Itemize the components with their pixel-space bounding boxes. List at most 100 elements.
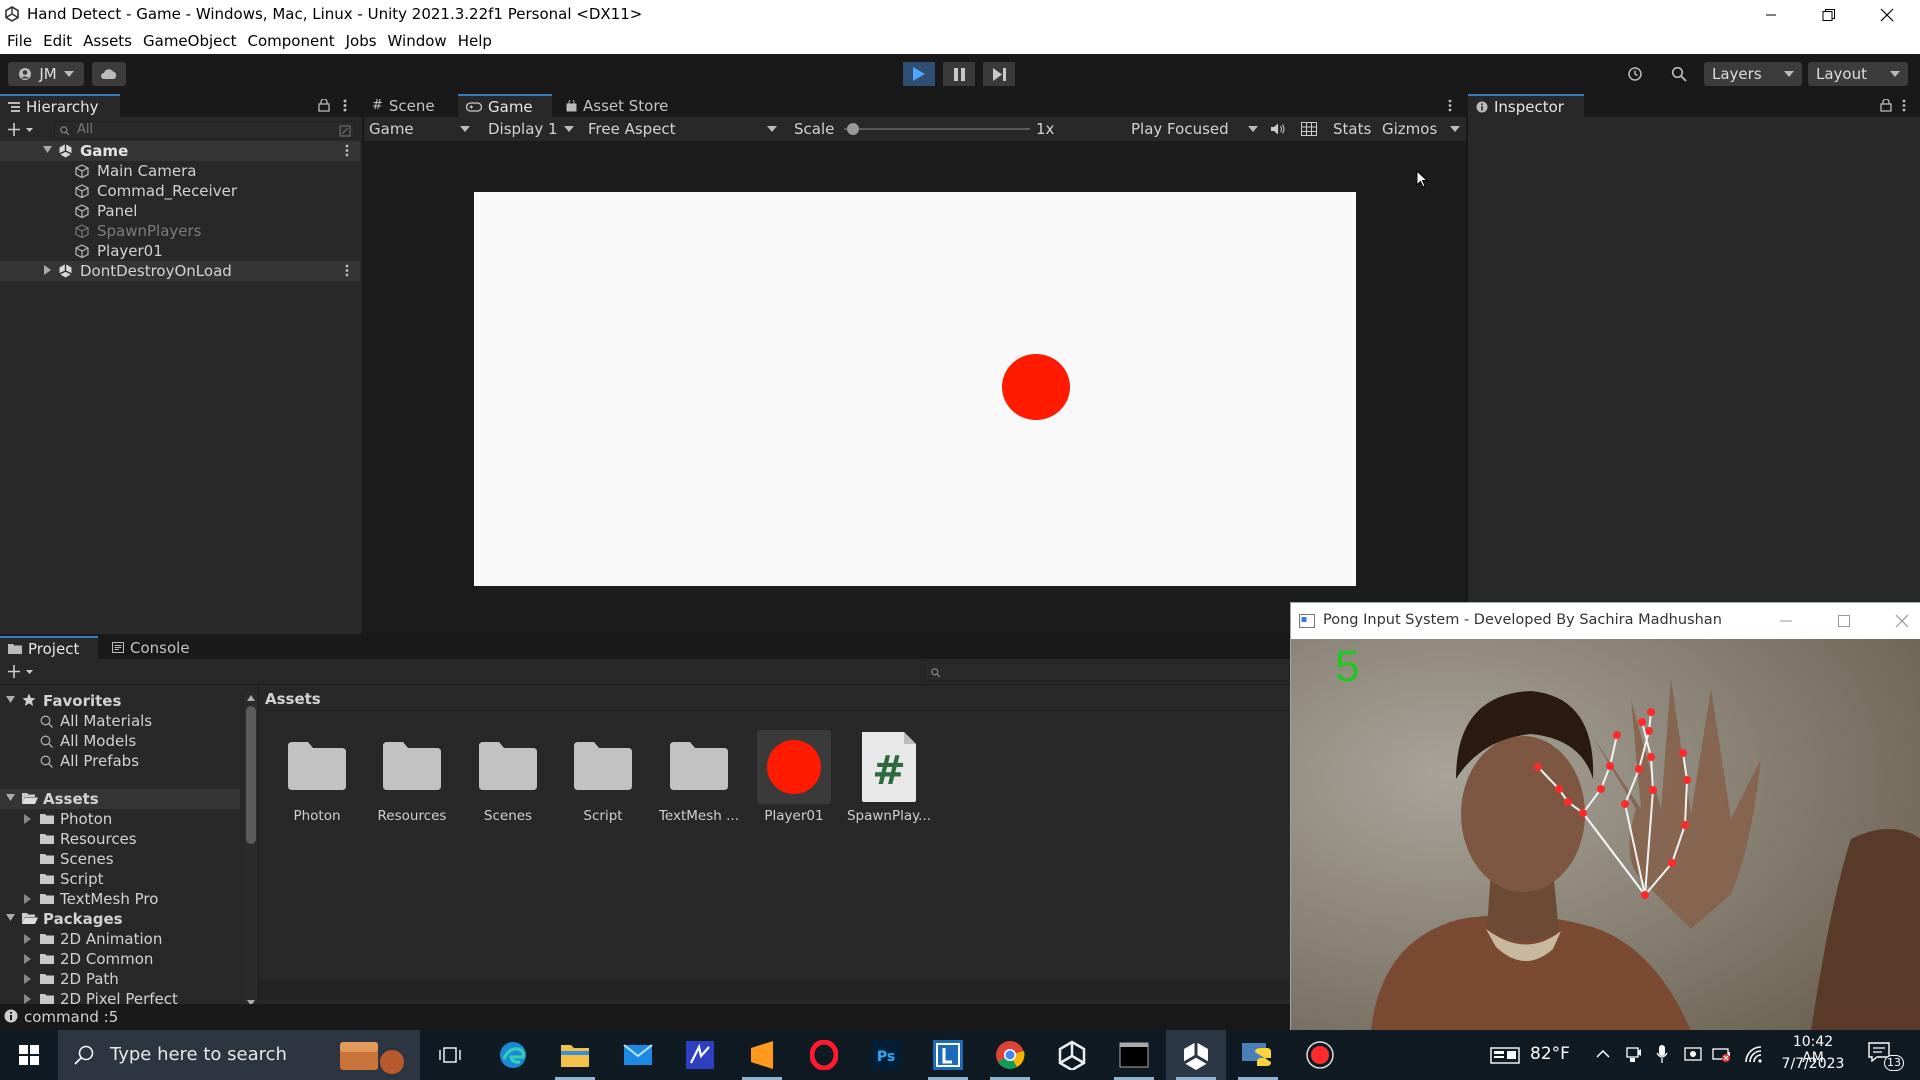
asset-spawnplayers-script[interactable]: # SpawnPlay...: [844, 730, 934, 824]
menu-edit[interactable]: Edit: [37, 29, 77, 50]
view-dropdown[interactable]: Game: [364, 117, 474, 141]
taskbar-chrome[interactable]: [980, 1030, 1040, 1080]
microphone-icon[interactable]: [1656, 1044, 1668, 1064]
menu-jobs[interactable]: Jobs: [340, 29, 382, 50]
scale-slider[interactable]: [844, 122, 1030, 136]
tab-scene[interactable]: # Scene: [364, 94, 458, 117]
menu-file[interactable]: File: [1, 29, 37, 50]
play-button[interactable]: [903, 62, 935, 86]
pause-button[interactable]: [943, 62, 975, 86]
add-dropdown-icon[interactable]: [8, 123, 34, 136]
asset-scenes[interactable]: Scenes: [463, 730, 553, 824]
chevron-down-icon[interactable]: [6, 914, 15, 922]
chevron-right-icon[interactable]: [44, 265, 51, 275]
clock-date[interactable]: 7/7/2023: [1780, 1056, 1846, 1072]
tab-console[interactable]: Console: [104, 636, 204, 659]
taskbar-python[interactable]: [1228, 1030, 1288, 1080]
tab-game[interactable]: Game: [458, 94, 552, 117]
layers-dropdown[interactable]: Layers: [1704, 62, 1802, 86]
tree-scrollbar[interactable]: [244, 693, 258, 1008]
close-button[interactable]: [1858, 0, 1916, 29]
account-button[interactable]: JM: [8, 62, 84, 86]
display-dropdown[interactable]: Display 1: [482, 117, 578, 141]
assets-folder-header[interactable]: Assets: [0, 789, 240, 809]
menu-component[interactable]: Component: [242, 29, 340, 50]
tab-hierarchy[interactable]: Hierarchy: [0, 94, 120, 117]
scene-filter-icon[interactable]: [339, 125, 351, 137]
asset-textmesh-pro[interactable]: TextMesh ...: [654, 730, 744, 824]
taskbar-app-l[interactable]: [918, 1030, 978, 1080]
chevron-right-icon[interactable]: [24, 954, 31, 964]
more-menu-icon[interactable]: [1902, 99, 1906, 112]
hierarchy-item-spawnplayers[interactable]: SpawnPlayers: [0, 221, 360, 241]
taskbar-unity-editor[interactable]: [1166, 1030, 1226, 1080]
hierarchy-item-player01[interactable]: Player01: [0, 241, 360, 261]
favorites-header[interactable]: Favorites: [0, 691, 240, 711]
menu-window[interactable]: Window: [382, 29, 452, 50]
taskbar-file-explorer[interactable]: [545, 1030, 605, 1080]
task-view-button[interactable]: [420, 1030, 480, 1080]
more-menu-icon[interactable]: [343, 99, 347, 112]
folder-resources[interactable]: Resources: [0, 829, 240, 849]
hierarchy-item-commad-receiver[interactable]: Commad_Receiver: [0, 181, 360, 201]
favorite-all-models[interactable]: All Models: [0, 731, 240, 751]
chevron-up-icon[interactable]: [247, 695, 255, 701]
add-dropdown-icon[interactable]: [8, 665, 34, 678]
taskbar-mail[interactable]: [608, 1030, 668, 1080]
package-2d-animation[interactable]: 2D Animation: [0, 929, 240, 949]
layout-dropdown[interactable]: Layout: [1808, 62, 1908, 86]
chevron-right-icon[interactable]: [24, 814, 31, 824]
maximize-icon[interactable]: [1837, 614, 1851, 628]
scale-slider-thumb[interactable]: [847, 123, 859, 135]
chevron-down-icon[interactable]: [43, 146, 52, 154]
chevron-right-icon[interactable]: [24, 994, 31, 1004]
chevron-right-icon[interactable]: [24, 974, 31, 984]
tab-inspector[interactable]: Inspector: [1468, 94, 1584, 117]
minimize-button[interactable]: [1742, 0, 1800, 29]
taskbar-recorder[interactable]: [1290, 1030, 1350, 1080]
taskbar-photoshop[interactable]: Ps: [856, 1030, 916, 1080]
start-button[interactable]: [0, 1030, 58, 1080]
cloud-button[interactable]: [92, 62, 126, 86]
folder-textmesh-pro[interactable]: TextMesh Pro: [0, 889, 240, 909]
stats-grid-icon[interactable]: [1301, 122, 1317, 136]
asset-player01[interactable]: Player01: [749, 730, 839, 824]
aspect-dropdown[interactable]: Free Aspect: [582, 117, 782, 141]
project-search-input[interactable]: [924, 663, 1290, 681]
location-icon[interactable]: [1684, 1045, 1702, 1063]
chevron-down-icon[interactable]: [1450, 126, 1460, 132]
status-message[interactable]: command :5: [24, 1008, 118, 1026]
chevron-down-icon[interactable]: [6, 696, 15, 704]
more-menu-icon[interactable]: [1448, 99, 1452, 112]
package-2d-path[interactable]: 2D Path: [0, 969, 240, 989]
minimize-icon[interactable]: [1779, 615, 1793, 627]
hierarchy-search-input[interactable]: All: [54, 121, 356, 139]
chevron-down-icon[interactable]: [6, 794, 15, 802]
stats-button[interactable]: Stats: [1333, 120, 1371, 138]
chevron-right-icon[interactable]: [24, 934, 31, 944]
weather-temperature[interactable]: 82°F: [1530, 1044, 1570, 1064]
more-menu-icon[interactable]: [345, 144, 349, 157]
folder-script[interactable]: Script: [0, 869, 240, 889]
taskbar-app-blue[interactable]: [670, 1030, 730, 1080]
more-menu-icon[interactable]: [345, 264, 349, 277]
hierarchy-item-game[interactable]: Game: [0, 141, 360, 161]
tab-asset-store[interactable]: Asset Store: [558, 94, 678, 117]
menu-help[interactable]: Help: [452, 29, 497, 50]
hierarchy-item-main-camera[interactable]: Main Camera: [0, 161, 360, 181]
notification-center-button[interactable]: 13: [1864, 1038, 1904, 1072]
lock-icon[interactable]: [318, 99, 330, 112]
taskbar-search-box[interactable]: Type here to search: [58, 1030, 420, 1080]
lock-icon[interactable]: [1880, 99, 1892, 112]
mute-audio-icon[interactable]: [1270, 122, 1286, 136]
asset-photon[interactable]: Photon: [272, 730, 362, 824]
asset-resources[interactable]: Resources: [367, 730, 457, 824]
hierarchy-item-panel[interactable]: Panel: [0, 201, 360, 221]
folder-photon[interactable]: Photon: [0, 809, 240, 829]
weather-icon[interactable]: [1490, 1045, 1520, 1065]
tab-project[interactable]: Project: [0, 636, 98, 659]
close-icon[interactable]: [1895, 614, 1909, 628]
favorite-all-materials[interactable]: All Materials: [0, 711, 240, 731]
taskbar-terminal[interactable]: [1104, 1030, 1164, 1080]
restore-button[interactable]: [1800, 0, 1858, 29]
